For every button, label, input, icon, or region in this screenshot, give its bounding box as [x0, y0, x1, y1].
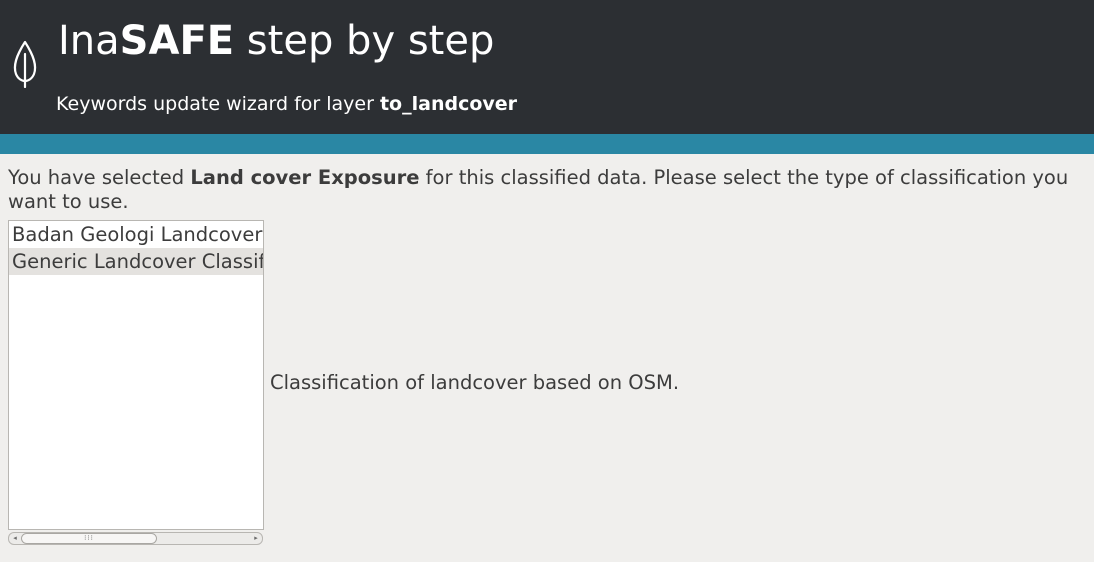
classification-description: Classification of landcover based on OSM…	[270, 371, 680, 394]
inasafe-leaf-icon	[13, 40, 37, 88]
page-title: InaSAFE step by step	[58, 18, 495, 64]
header-accent-stripe	[0, 134, 1094, 154]
horizontal-scrollbar[interactable]: ◂ ⁞⁞⁞ ▸	[8, 532, 263, 545]
scroll-right-icon[interactable]: ▸	[251, 533, 261, 544]
scrollbar-thumb[interactable]: ⁞⁞⁞	[21, 533, 157, 544]
instruction-text: You have selected Land cover Exposure fo…	[8, 166, 1069, 213]
classification-list[interactable]: Badan Geologi Landcover Generic Landcove…	[8, 220, 264, 530]
scroll-left-icon[interactable]: ◂	[10, 533, 20, 544]
wizard-header: InaSAFE step by step Keywords update wiz…	[0, 0, 1094, 134]
list-item[interactable]: Generic Landcover Classification	[9, 248, 263, 275]
wizard-subtitle: Keywords update wizard for layer to_land…	[56, 93, 518, 115]
selected-exposure: Land cover Exposure	[190, 166, 420, 189]
layer-name: to_landcover	[379, 93, 518, 115]
list-item[interactable]: Badan Geologi Landcover	[9, 221, 263, 248]
